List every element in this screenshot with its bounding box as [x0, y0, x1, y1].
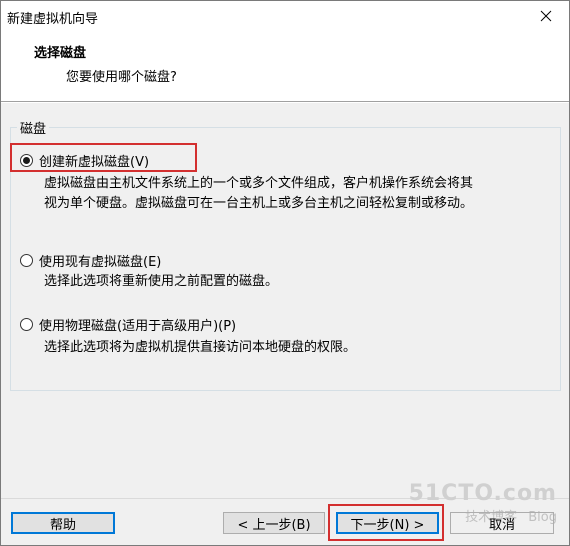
page-title: 选择磁盘 [34, 46, 87, 61]
option-use-physical-disk[interactable]: 使用物理磁盘(适用于高级用户)(P) [20, 315, 236, 334]
wizard-window: 新建虚拟机向导 选择磁盘 您要使用哪个磁盘? 磁盘 创建新虚拟磁盘(V) 虚拟磁… [0, 0, 570, 546]
watermark-logo: 51CTO.com [408, 481, 557, 506]
highlight-create-new-disk [10, 143, 197, 172]
window-title: 新建虚拟机向导 [7, 12, 99, 27]
help-button[interactable]: 帮助 [11, 512, 115, 534]
option-use-existing-disk-label: 使用现有虚拟磁盘(E) [39, 255, 162, 270]
page-subtitle: 您要使用哪个磁盘? [66, 70, 177, 85]
back-button[interactable]: < 上一步(B) [223, 512, 325, 534]
description-line: 选择此选项将重新使用之前配置的磁盘。 [44, 274, 279, 289]
option-use-physical-disk-description: 选择此选项将为虚拟机提供直接访问本地硬盘的权限。 [44, 338, 549, 358]
footer-divider [1, 498, 569, 499]
wizard-header: 选择磁盘 您要使用哪个磁盘? [1, 31, 569, 101]
description-line: 视为单个硬盘。虚拟磁盘可在一台主机上或多台主机之间轻松复制或移动。 [44, 196, 474, 211]
cancel-button[interactable]: 取消 [450, 512, 554, 534]
title-bar: 新建虚拟机向导 [1, 1, 569, 31]
disk-group-label: 磁盘 [17, 118, 50, 137]
description-line: 虚拟磁盘由主机文件系统上的一个或多个文件组成，客户机操作系统会将其 [44, 176, 474, 191]
close-button[interactable] [531, 3, 561, 29]
close-icon [540, 10, 552, 22]
radio-use-physical-disk[interactable] [20, 318, 33, 331]
option-use-existing-disk-description: 选择此选项将重新使用之前配置的磁盘。 [44, 272, 549, 292]
radio-use-existing-disk[interactable] [20, 254, 33, 267]
option-use-physical-disk-label: 使用物理磁盘(适用于高级用户)(P) [39, 319, 237, 334]
option-create-new-disk-description: 虚拟磁盘由主机文件系统上的一个或多个文件组成，客户机操作系统会将其 视为单个硬盘… [44, 174, 549, 214]
option-use-existing-disk[interactable]: 使用现有虚拟磁盘(E) [20, 251, 161, 270]
highlight-next-button [328, 504, 444, 541]
description-line: 选择此选项将为虚拟机提供直接访问本地硬盘的权限。 [44, 340, 357, 355]
header-divider-highlight [1, 102, 569, 103]
